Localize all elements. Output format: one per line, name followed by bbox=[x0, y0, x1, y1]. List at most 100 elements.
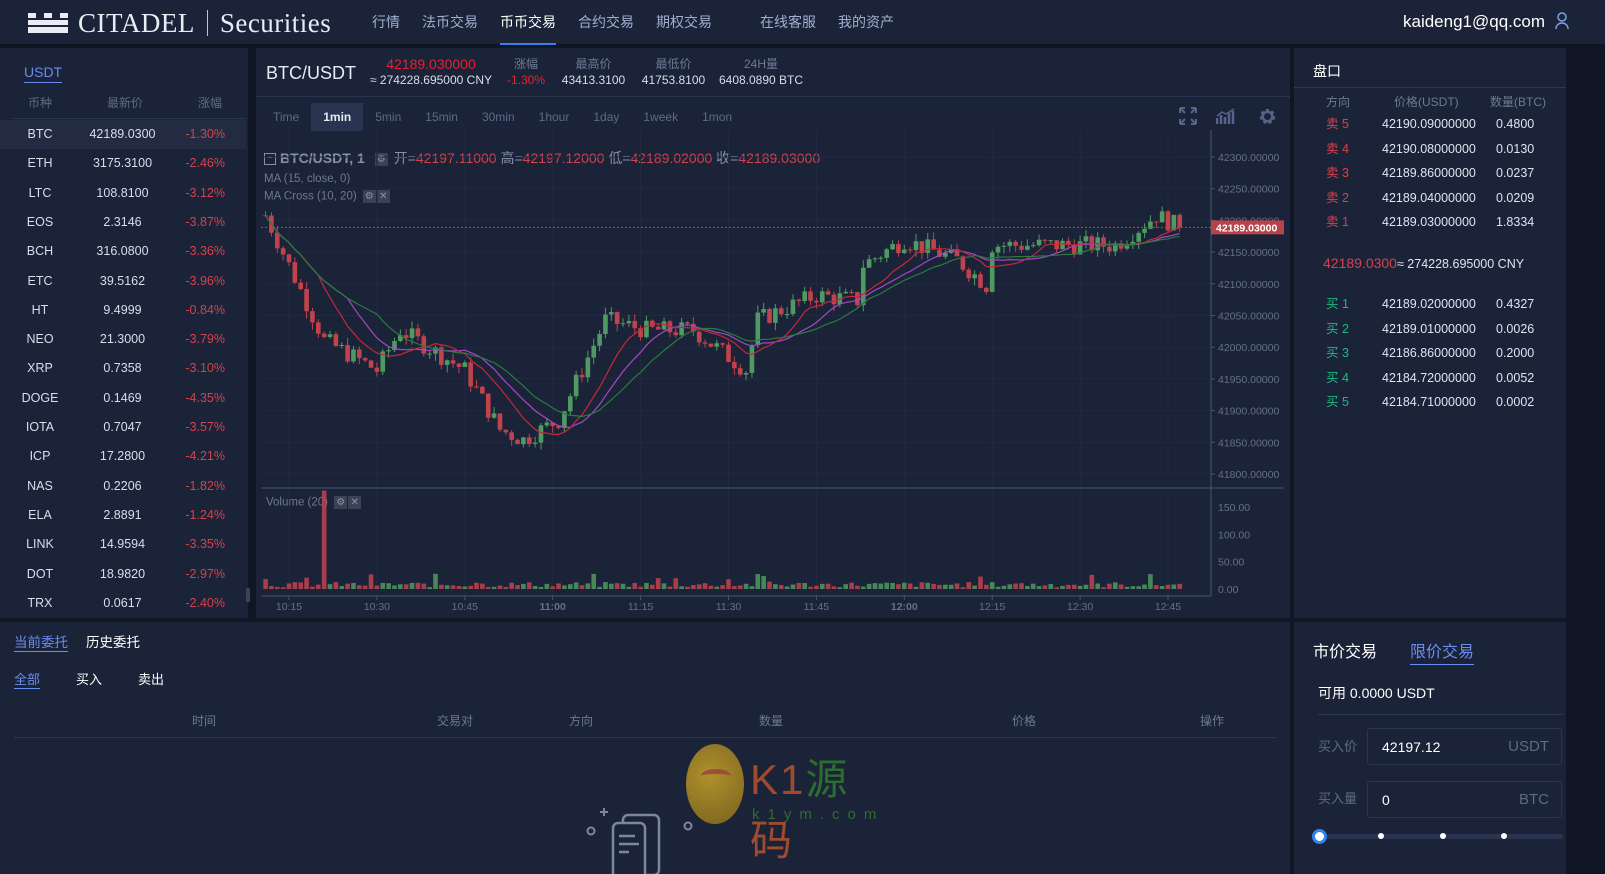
volume-bar bbox=[726, 579, 731, 589]
nav-contract-trade[interactable]: 合约交易 bbox=[578, 0, 634, 45]
market-row-dot[interactable]: DOT 18.9820 -2.97% bbox=[0, 560, 246, 589]
volume-bar bbox=[485, 586, 491, 589]
candle-body bbox=[802, 291, 807, 302]
volume-bar bbox=[1136, 586, 1141, 589]
market-row-icp[interactable]: ICP 17.2800 -4.21% bbox=[0, 442, 246, 471]
fullscreen-icon[interactable] bbox=[1178, 106, 1198, 126]
buy-price-input[interactable]: 42197.12 USDT bbox=[1367, 728, 1562, 765]
slider-mark-75[interactable] bbox=[1501, 833, 1507, 839]
interval-1mon[interactable]: 1mon bbox=[690, 103, 744, 131]
market-price: 17.2800 bbox=[99, 449, 146, 464]
bids-row[interactable]: 买 1 42189.02000000 0.4327 bbox=[1294, 292, 1566, 316]
market-row-trx[interactable]: TRX 0.0617 -2.40% bbox=[0, 589, 246, 618]
asks-row[interactable]: 卖 5 42190.09000000 0.4800 bbox=[1294, 112, 1566, 136]
volume-bar bbox=[1107, 583, 1112, 589]
tab-current-orders[interactable]: 当前委托 bbox=[14, 631, 68, 652]
market-row-eos[interactable]: EOS 2.3146 -3.87% bbox=[0, 208, 246, 237]
tab-usdt[interactable]: USDT bbox=[24, 64, 63, 83]
market-coin: DOT bbox=[26, 566, 54, 581]
market-row-xrp[interactable]: XRP 0.7358 -3.10% bbox=[0, 354, 246, 383]
filter-buy[interactable]: 买入 bbox=[76, 669, 102, 688]
buy-amount-input[interactable]: 0 BTC bbox=[1367, 781, 1562, 818]
bids-row[interactable]: 买 5 42184.71000000 0.0002 bbox=[1294, 390, 1566, 414]
bids-row[interactable]: 买 4 42184.72000000 0.0052 bbox=[1294, 366, 1566, 390]
volume-bar bbox=[913, 586, 919, 589]
interval-1week[interactable]: 1week bbox=[631, 103, 690, 131]
candle-body bbox=[831, 294, 837, 305]
slider-mark-50[interactable] bbox=[1440, 833, 1446, 839]
nav-options-trade[interactable]: 期权交易 bbox=[656, 0, 712, 45]
volume-bar bbox=[263, 579, 268, 589]
market-row-doge[interactable]: DOGE 0.1469 -4.35% bbox=[0, 384, 246, 413]
interval-1day[interactable]: 1day bbox=[581, 103, 631, 131]
nav-coin-trade[interactable]: 币币交易 bbox=[500, 0, 556, 45]
market-row-neo[interactable]: NEO 21.3000 -3.79% bbox=[0, 325, 246, 354]
asks-row[interactable]: 卖 2 42189.04000000 0.0209 bbox=[1294, 186, 1566, 210]
candle-body bbox=[485, 393, 491, 418]
volume-bar bbox=[433, 573, 438, 589]
candle-body bbox=[339, 344, 345, 346]
market-row-ltc[interactable]: LTC 108.8100 -3.12% bbox=[0, 179, 246, 208]
asks-price: 42190.08000000 bbox=[1382, 141, 1476, 156]
tab-order-history[interactable]: 历史委托 bbox=[86, 631, 140, 651]
volume-bar bbox=[702, 583, 708, 589]
asks-qty: 0.4800 bbox=[1496, 117, 1535, 131]
asks-row[interactable]: 卖 3 42189.86000000 0.0237 bbox=[1294, 161, 1566, 185]
candle-body bbox=[761, 308, 766, 313]
amount-slider[interactable] bbox=[1312, 829, 1563, 844]
candle-body bbox=[474, 386, 479, 388]
volume-bar bbox=[626, 586, 632, 589]
volume-bar bbox=[497, 585, 503, 589]
candle-body bbox=[521, 437, 526, 445]
market-row-iota[interactable]: IOTA 0.7047 -3.57% bbox=[0, 413, 246, 442]
list-scrollbar[interactable] bbox=[246, 588, 250, 602]
interval-30min[interactable]: 30min bbox=[470, 103, 527, 131]
interval-1min[interactable]: 1min bbox=[311, 103, 364, 131]
market-row-nas[interactable]: NAS 0.2206 -1.82% bbox=[0, 472, 246, 501]
volume-bar bbox=[620, 583, 626, 589]
nav-support[interactable]: 在线客服 bbox=[760, 0, 816, 45]
interval-5min[interactable]: 5min bbox=[363, 103, 413, 131]
col-action: 操作 bbox=[1200, 714, 1225, 728]
slider-handle[interactable] bbox=[1312, 829, 1327, 844]
filter-all[interactable]: 全部 bbox=[14, 669, 41, 689]
slider-mark-25[interactable] bbox=[1378, 833, 1384, 839]
volume-bar bbox=[310, 586, 315, 589]
volume-bar bbox=[591, 573, 597, 589]
bids-row[interactable]: 买 2 42189.01000000 0.0026 bbox=[1294, 317, 1566, 341]
tab-market-trade[interactable]: 市价交易 bbox=[1313, 638, 1377, 662]
volume-bar bbox=[650, 584, 655, 589]
settings-gear-icon[interactable] bbox=[1258, 107, 1277, 126]
nav-fiat-trade[interactable]: 法币交易 bbox=[422, 0, 478, 45]
market-row-bch[interactable]: BCH 316.0800 -3.36% bbox=[0, 237, 246, 266]
candlestick-chart[interactable]: 42300.0000042250.0000042200.0000042150.0… bbox=[256, 130, 1290, 618]
candle-body bbox=[1159, 211, 1165, 223]
market-row-ht[interactable]: HT 9.4999 -0.84% bbox=[0, 296, 246, 325]
indicators-icon[interactable] bbox=[1216, 108, 1236, 124]
bids-row[interactable]: 买 3 42186.86000000 0.2000 bbox=[1294, 341, 1566, 365]
market-row-eth[interactable]: ETH 3175.3100 -2.46% bbox=[0, 149, 246, 178]
candle-body bbox=[866, 259, 872, 268]
candle-body bbox=[1083, 236, 1089, 242]
nav-assets[interactable]: 我的资产 bbox=[838, 0, 894, 45]
market-row-btc[interactable]: BTC 42189.0300 -1.30% bbox=[0, 120, 246, 149]
nav-market[interactable]: 行情 bbox=[372, 0, 400, 45]
candle-body bbox=[351, 349, 356, 362]
market-row-ela[interactable]: ELA 2.8891 -1.24% bbox=[0, 501, 246, 530]
candle-body bbox=[972, 274, 977, 279]
user-icon[interactable] bbox=[1555, 12, 1569, 30]
brand-logo[interactable]: CITADEL Securities bbox=[28, 8, 331, 38]
user-email[interactable]: kaideng1@qq.com bbox=[1403, 12, 1545, 32]
interval-1hour[interactable]: 1hour bbox=[527, 103, 582, 131]
asks-row[interactable]: 卖 4 42190.08000000 0.0130 bbox=[1294, 137, 1566, 161]
asks-row[interactable]: 卖 1 42189.03000000 1.8334 bbox=[1294, 210, 1566, 234]
tab-limit-trade[interactable]: 限价交易 bbox=[1410, 638, 1475, 665]
candle-body bbox=[345, 344, 350, 362]
asks-side: 卖 5 bbox=[1326, 117, 1349, 131]
interval-time[interactable]: Time bbox=[261, 103, 311, 131]
filter-sell[interactable]: 卖出 bbox=[138, 669, 164, 688]
market-row-link[interactable]: LINK 14.9594 -3.35% bbox=[0, 530, 246, 559]
interval-15min[interactable]: 15min bbox=[413, 103, 470, 131]
candle-body bbox=[1001, 245, 1007, 247]
market-row-etc[interactable]: ETC 39.5162 -3.96% bbox=[0, 267, 246, 296]
